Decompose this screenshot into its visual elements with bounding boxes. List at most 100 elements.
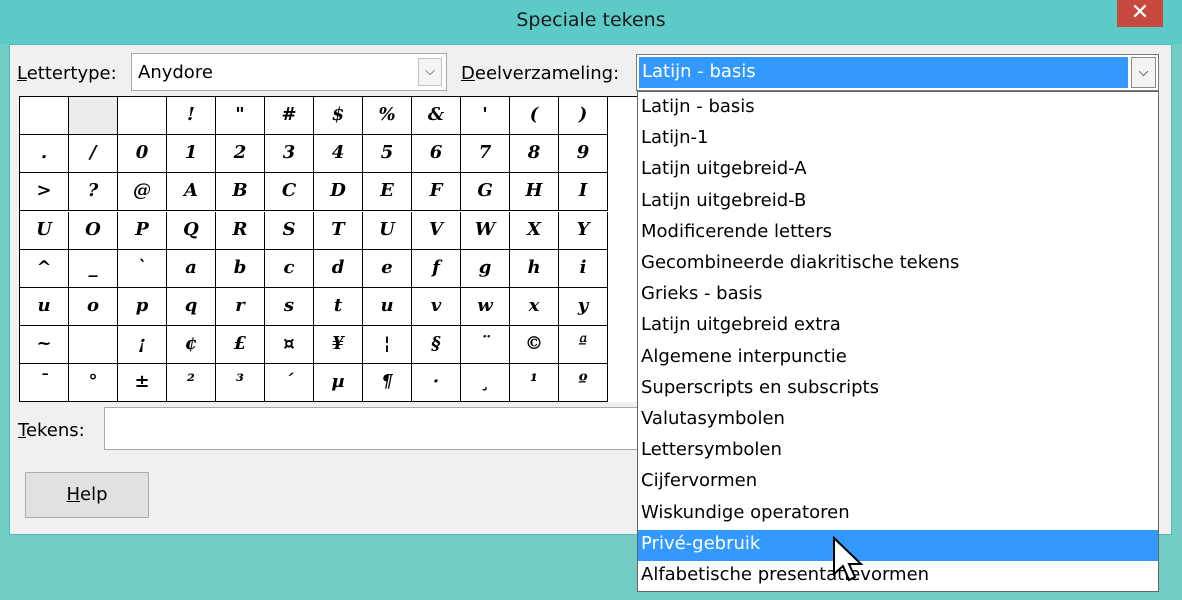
close-button[interactable]: ✕: [1117, 0, 1163, 27]
character-cell[interactable]: §: [412, 326, 461, 365]
character-cell[interactable]: ¥: [314, 326, 363, 365]
character-grid[interactable]: ! " # $% & '()./0 1 2 3 4 5 6 7 8 9 >? @ A B C D E F G H I U O P Q R S T…: [19, 96, 639, 403]
character-cell[interactable]: _: [69, 249, 118, 288]
character-cell[interactable]: ¶: [363, 364, 412, 403]
character-cell[interactable]: º: [559, 364, 608, 403]
character-cell[interactable]: >: [20, 173, 69, 212]
character-cell[interactable]: 5: [363, 135, 412, 174]
character-cell[interactable]: o: [69, 288, 118, 326]
character-cell[interactable]: U: [363, 211, 412, 250]
chevron-down-icon[interactable]: ⌵: [418, 58, 442, 86]
character-cell[interactable]: s: [265, 288, 314, 326]
subset-combobox[interactable]: Latijn - basis ⌵: [636, 54, 1159, 91]
character-cell[interactable]: O: [69, 211, 118, 250]
dropdown-option[interactable]: Privé-gebruik: [638, 529, 1158, 561]
character-cell[interactable]: ¸: [461, 364, 510, 403]
character-cell[interactable]: ·: [412, 364, 461, 403]
character-cell[interactable]: !: [167, 97, 216, 135]
character-cell[interactable]: 1: [167, 135, 216, 174]
dropdown-option[interactable]: Latijn uitgebreid-B: [638, 187, 1158, 218]
character-cell[interactable]: .: [20, 135, 69, 174]
character-cell[interactable]: D: [314, 173, 363, 212]
character-cell[interactable]: v: [412, 288, 461, 326]
character-cell[interactable]: F: [412, 173, 461, 212]
character-cell[interactable]: 3: [265, 135, 314, 174]
character-cell[interactable]: r: [216, 288, 265, 326]
character-cell[interactable]: ³: [216, 364, 265, 403]
character-cell[interactable]: @: [118, 173, 167, 212]
character-cell[interactable]: T: [314, 211, 363, 250]
character-cell[interactable]: u: [20, 288, 69, 326]
character-cell[interactable]: 4: [314, 135, 363, 174]
character-cell[interactable]: P: [118, 211, 167, 250]
character-cell[interactable]: ^: [20, 249, 69, 288]
character-cell[interactable]: ¡: [118, 326, 167, 365]
character-cell[interactable]: 0: [118, 135, 167, 174]
character-cell[interactable]: a: [167, 249, 216, 288]
character-cell[interactable]: ): [559, 97, 608, 135]
character-cell[interactable]: ?: [69, 173, 118, 212]
character-cell[interactable]: E: [363, 173, 412, 212]
dropdown-option[interactable]: Wiskundige operatoren: [638, 499, 1158, 530]
character-cell[interactable]: [118, 97, 167, 135]
character-cell[interactable]: [69, 97, 118, 135]
characters-field[interactable]: [104, 407, 644, 450]
character-cell[interactable]: 7: [461, 135, 510, 174]
character-cell[interactable]: 9: [559, 135, 608, 174]
dropdown-option[interactable]: Latijn-1: [638, 124, 1158, 155]
character-cell[interactable]: g: [461, 249, 510, 288]
subset-dropdown-list[interactable]: Latijn - basis Latijn-1 Latijn uitgebreid-…: [637, 91, 1159, 592]
character-cell[interactable]: R: [216, 211, 265, 250]
dropdown-option[interactable]: Alfabetische presentatievormen: [638, 561, 1158, 592]
character-cell[interactable]: V: [412, 211, 461, 250]
character-cell[interactable]: I: [559, 173, 608, 212]
character-cell[interactable]: U: [20, 211, 69, 250]
character-cell[interactable]: q: [167, 288, 216, 326]
character-cell[interactable]: 8: [510, 135, 559, 174]
dropdown-option[interactable]: Grieks - basis: [638, 280, 1158, 311]
character-cell[interactable]: ": [216, 97, 265, 135]
dropdown-option[interactable]: Algemene interpunctie: [638, 343, 1158, 374]
character-cell[interactable]: X: [510, 211, 559, 250]
character-cell[interactable]: ': [461, 97, 510, 135]
character-cell[interactable]: A: [167, 173, 216, 212]
character-cell[interactable]: ´: [265, 364, 314, 403]
character-cell[interactable]: p: [118, 288, 167, 326]
character-cell[interactable]: ¯: [20, 364, 69, 403]
character-cell[interactable]: ©: [510, 326, 559, 365]
chevron-down-icon[interactable]: ⌵: [1131, 57, 1156, 88]
character-cell[interactable]: W: [461, 211, 510, 250]
character-cell[interactable]: ~: [20, 326, 69, 365]
character-cell[interactable]: 6: [412, 135, 461, 174]
character-cell[interactable]: u: [363, 288, 412, 326]
character-cell[interactable]: ¹: [510, 364, 559, 403]
character-cell[interactable]: ¤: [265, 326, 314, 365]
dropdown-option[interactable]: Gecombineerde diakritische tekens: [638, 249, 1158, 280]
character-cell[interactable]: d: [314, 249, 363, 288]
character-cell[interactable]: (: [510, 97, 559, 135]
character-cell[interactable]: ¦: [363, 326, 412, 365]
character-cell[interactable]: Q: [167, 211, 216, 250]
character-cell[interactable]: ¢: [167, 326, 216, 365]
dropdown-option[interactable]: Cijfervormen: [638, 467, 1158, 498]
character-cell[interactable]: t: [314, 288, 363, 326]
character-cell[interactable]: Y: [559, 211, 608, 250]
character-cell[interactable]: %: [363, 97, 412, 135]
character-cell[interactable]: £: [216, 326, 265, 365]
character-cell[interactable]: $: [314, 97, 363, 135]
character-cell[interactable]: `: [118, 249, 167, 288]
dropdown-option[interactable]: Valutasymbolen: [638, 405, 1158, 436]
character-cell[interactable]: &: [412, 97, 461, 135]
dropdown-option[interactable]: Latijn uitgebreid-A: [638, 155, 1158, 186]
character-cell[interactable]: i: [559, 249, 608, 288]
character-cell[interactable]: S: [265, 211, 314, 250]
character-cell[interactable]: 2: [216, 135, 265, 174]
character-cell[interactable]: G: [461, 173, 510, 212]
character-cell[interactable]: ¨: [461, 326, 510, 365]
character-cell[interactable]: °: [69, 364, 118, 403]
character-cell[interactable]: #: [265, 97, 314, 135]
character-cell[interactable]: H: [510, 173, 559, 212]
character-cell[interactable]: [20, 97, 69, 135]
dropdown-option[interactable]: Modificerende letters: [638, 218, 1158, 249]
character-cell[interactable]: f: [412, 249, 461, 288]
